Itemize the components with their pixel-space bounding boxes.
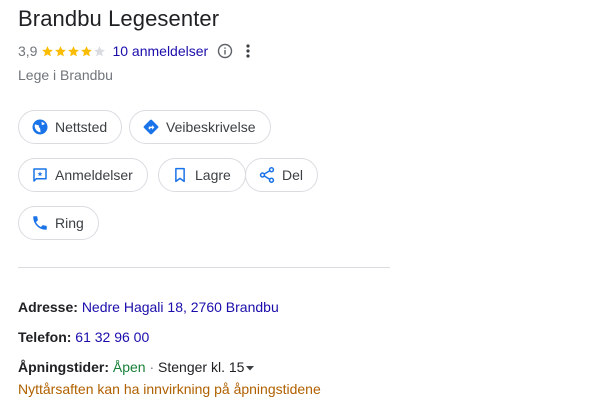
call-button-label: Ring <box>55 215 84 231</box>
address-link[interactable]: Nedre Hagali 18, 2760 Brandbu <box>82 299 279 315</box>
more-vert-icon[interactable] <box>242 43 254 59</box>
phone-label: Telefon: <box>18 329 72 345</box>
save-button-label: Lagre <box>195 167 231 183</box>
call-button[interactable]: Ring <box>18 206 99 240</box>
hours-separator: · <box>145 359 159 375</box>
review-icon <box>33 168 47 182</box>
reviews-button[interactable]: Anmeldelser <box>18 158 148 192</box>
website-button-label: Nettsted <box>55 119 108 135</box>
reviews-link[interactable]: 10 anmeldelser <box>112 43 208 59</box>
caret-down-icon <box>246 366 255 371</box>
share-button[interactable]: Del <box>245 158 319 192</box>
save-button[interactable]: Lagre <box>158 158 246 192</box>
website-button[interactable]: Nettsted <box>18 110 123 144</box>
hours-notice: Nyttårsaften kan ha innvirkning på åpnin… <box>18 381 321 397</box>
rating-row: 3,9 10 anmeldelser <box>18 42 254 60</box>
directions-button-label: Veibeskrivelse <box>166 119 256 135</box>
rating-stars <box>41 45 106 58</box>
hours-label: Åpningstider: <box>18 359 109 375</box>
hours-closes-toggle[interactable]: Stenger kl. 15 <box>158 359 255 375</box>
phone-link[interactable]: 61 32 96 00 <box>75 329 149 345</box>
bookmark-icon <box>175 167 185 183</box>
share-button-label: Del <box>282 167 304 183</box>
star-icon <box>55 45 67 56</box>
info-icon[interactable] <box>217 43 233 59</box>
address-line: Adresse: Nedre Hagali 18, 2760 Brandbu <box>18 299 279 315</box>
hours-status: Åpen <box>112 359 146 375</box>
hours-line: Åpningstider: Åpen · Stenger kl. 15 <box>18 359 255 375</box>
address-label: Adresse: <box>18 299 78 315</box>
place-category: Lege i Brandbu <box>18 67 113 83</box>
star-icon <box>68 45 80 56</box>
divider <box>18 267 390 268</box>
phone-icon <box>33 216 47 230</box>
hours-closes: Stenger kl. 15 <box>158 359 245 375</box>
star-icon <box>94 45 106 56</box>
share-icon <box>259 167 275 183</box>
rating-value: 3,9 <box>18 43 38 59</box>
phone-line: Telefon: 61 32 96 00 <box>18 329 149 345</box>
directions-button[interactable]: Veibeskrivelse <box>129 110 271 144</box>
star-icon <box>42 45 54 56</box>
star-icon <box>81 45 93 56</box>
place-title: Brandbu Legesenter <box>18 6 220 31</box>
reviews-button-label: Anmeldelser <box>55 167 133 183</box>
globe-icon <box>32 119 48 135</box>
directions-icon <box>143 119 159 135</box>
